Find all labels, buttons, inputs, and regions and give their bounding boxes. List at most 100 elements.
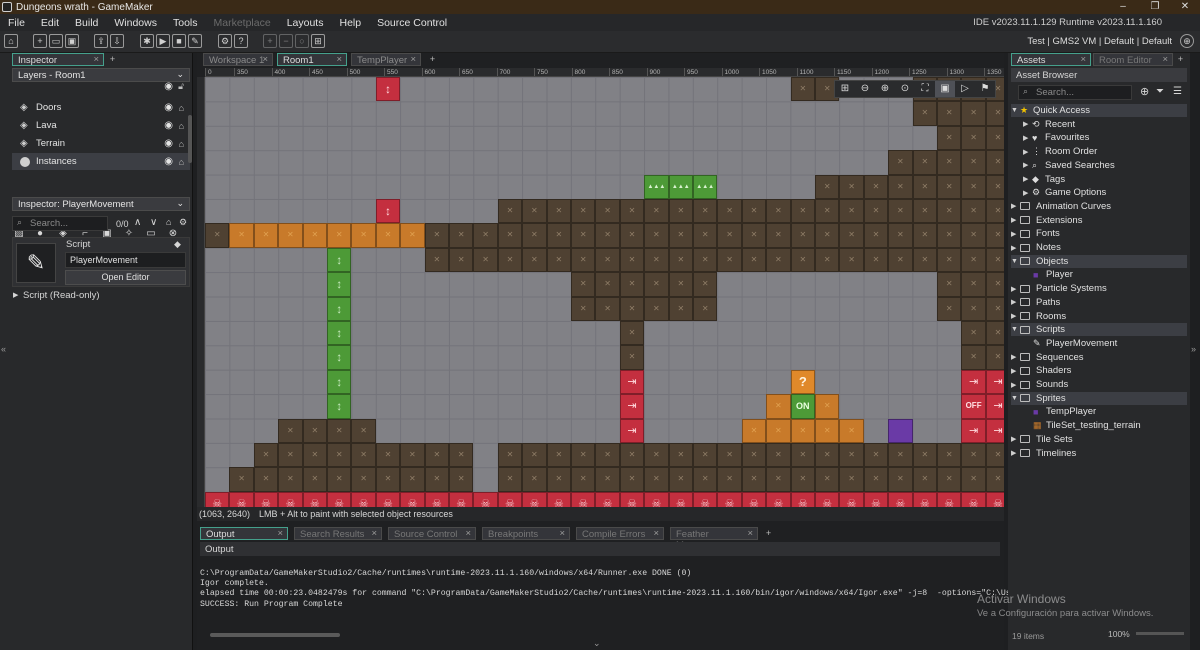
menu-icon[interactable]: ☰	[1173, 86, 1182, 97]
asset-item[interactable]: ▦ TileSet_testing_terrain	[1033, 419, 1187, 432]
tile-t[interactable]	[863, 467, 889, 492]
tile-t[interactable]	[522, 443, 547, 468]
zoom-reset-icon[interactable]: ⊙	[895, 81, 915, 97]
tile-l[interactable]	[546, 491, 571, 507]
quick-item[interactable]: ▶ ⚙ Game Options	[1023, 186, 1187, 199]
tile-t[interactable]	[985, 101, 1004, 126]
tile-o[interactable]	[790, 418, 815, 443]
ladder-tile[interactable]	[327, 369, 352, 395]
tile-t[interactable]	[424, 247, 449, 273]
tile-t[interactable]	[375, 443, 401, 468]
tile-l[interactable]	[717, 491, 742, 507]
open-project-icon[interactable]: ▭	[49, 34, 63, 48]
tile-l[interactable]	[497, 491, 523, 507]
tile-t[interactable]	[546, 443, 571, 468]
tile-t[interactable]	[644, 272, 669, 297]
tile-t[interactable]	[912, 443, 937, 468]
zoom-slider[interactable]	[1136, 632, 1184, 635]
run-icon[interactable]: ▶	[156, 34, 170, 48]
tile-t[interactable]	[790, 223, 815, 248]
tile-t[interactable]	[888, 247, 913, 273]
tile-l[interactable]	[668, 491, 693, 507]
tile-t[interactable]	[985, 321, 1004, 346]
tile-t[interactable]	[937, 443, 962, 468]
play-icon[interactable]: ▷	[955, 81, 975, 97]
tile-t[interactable]	[571, 443, 596, 468]
tile-l[interactable]	[375, 491, 401, 507]
quick-item[interactable]: ▶ ⋮ Room Order	[1023, 145, 1187, 158]
quick-item[interactable]: ▶ ◆ Tags	[1023, 173, 1187, 186]
tile-t[interactable]	[863, 223, 889, 248]
tile-t[interactable]	[912, 247, 937, 273]
inspector-search-input[interactable]: ⌕ Search...	[12, 216, 108, 231]
tab-assets[interactable]: Assets ×	[1011, 53, 1091, 66]
tile-t[interactable]	[302, 418, 327, 443]
tile-l[interactable]	[985, 491, 1004, 507]
tile-t[interactable]	[522, 223, 547, 248]
tile-t[interactable]	[327, 443, 352, 468]
ladder-tile[interactable]	[327, 296, 352, 321]
door-tile[interactable]	[985, 418, 1004, 443]
tile-t[interactable]	[961, 223, 986, 248]
tile-o[interactable]	[351, 223, 376, 248]
tile-t[interactable]	[595, 467, 620, 492]
collapse-down-icon[interactable]: ⌄	[593, 638, 601, 649]
debug-icon[interactable]: ✱	[140, 34, 154, 48]
tile-t[interactable]	[863, 247, 889, 273]
tile-t[interactable]	[790, 443, 815, 468]
layers-scrollbar[interactable]	[188, 115, 192, 163]
tile-t[interactable]	[717, 199, 742, 224]
tile-t[interactable]	[546, 467, 571, 492]
tile-t[interactable]	[522, 247, 547, 273]
lock-icon[interactable]: ⌂	[179, 121, 184, 131]
tile-o[interactable]	[766, 394, 791, 419]
tile-t[interactable]	[937, 467, 962, 492]
close-icon[interactable]: ×	[465, 528, 471, 539]
tile-t[interactable]	[888, 150, 913, 175]
restore-button[interactable]: ❐	[1144, 0, 1166, 14]
tile-o[interactable]	[741, 418, 767, 443]
tile-t[interactable]	[985, 272, 1004, 297]
tile-t[interactable]	[497, 223, 523, 248]
tile-t[interactable]	[985, 467, 1004, 492]
tile-t[interactable]	[302, 467, 327, 492]
save-project-icon[interactable]: ▣	[65, 34, 79, 48]
zoom-in-icon[interactable]: +	[263, 34, 277, 48]
door-tile[interactable]	[985, 369, 1004, 395]
tile-t[interactable]	[937, 101, 962, 126]
tile-t[interactable]	[766, 247, 791, 273]
tile-t[interactable]	[937, 223, 962, 248]
script-name-field[interactable]: PlayerMovement	[65, 252, 186, 268]
tile-t[interactable]	[937, 150, 962, 175]
tile-l[interactable]	[449, 491, 474, 507]
tile-t[interactable]	[619, 321, 645, 346]
tile-l[interactable]	[619, 491, 645, 507]
tile-t[interactable]	[693, 272, 718, 297]
tile-t[interactable]	[473, 223, 498, 248]
tile-l[interactable]	[522, 491, 547, 507]
tile-l[interactable]	[961, 491, 986, 507]
ladder-tile[interactable]	[327, 247, 352, 273]
tile-t[interactable]	[327, 418, 352, 443]
tile-t[interactable]	[985, 247, 1004, 273]
tile-t[interactable]	[937, 272, 962, 297]
tile-l[interactable]	[400, 491, 425, 507]
tile-l[interactable]	[571, 491, 596, 507]
tile-t[interactable]	[644, 443, 669, 468]
export-icon[interactable]: ⇪	[94, 34, 108, 48]
tile-o[interactable]	[229, 223, 254, 248]
script-readonly-section[interactable]: Script (Read-only)	[23, 290, 100, 301]
tile-t[interactable]	[253, 467, 279, 492]
ladder-tile[interactable]	[327, 321, 352, 346]
tag-icon[interactable]: ◆	[174, 239, 181, 250]
asset-folder[interactable]: ▼ Scripts	[1011, 323, 1187, 337]
build-target-selector[interactable]: Test | GMS2 VM | Default | Default	[1027, 36, 1172, 47]
tile-t[interactable]	[595, 223, 620, 248]
menu-source-control[interactable]: Source Control	[369, 17, 455, 29]
tile-o[interactable]	[278, 223, 303, 248]
zoom-out-icon[interactable]: ⊖	[855, 81, 875, 97]
tile-t[interactable]	[961, 272, 986, 297]
tile-t[interactable]	[668, 247, 693, 273]
tile-t[interactable]	[693, 443, 718, 468]
tile-t[interactable]	[815, 174, 840, 199]
